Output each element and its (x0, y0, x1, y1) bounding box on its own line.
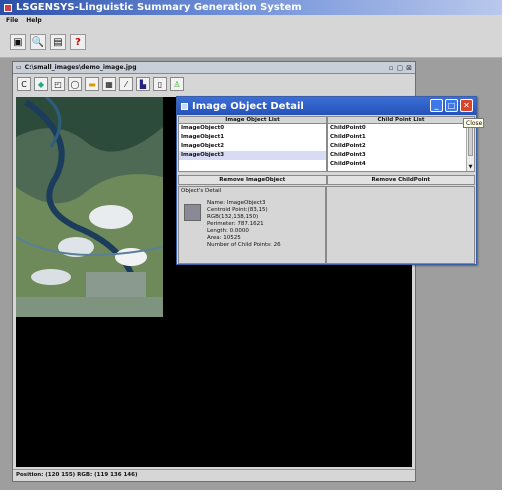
dialog-title-bar[interactable]: Image Object Detail _ □ ✕ (177, 97, 476, 115)
list-item[interactable]: ImageObject0 (179, 124, 326, 133)
polygon-icon[interactable]: ◯ (68, 77, 82, 91)
remove-childpoint-button[interactable]: Remove ChildPoint (326, 175, 475, 185)
color-icon[interactable]: ▬ (85, 77, 99, 91)
prop-centroid: Centroid Point:(83,15) (207, 207, 268, 213)
save-icon[interactable]: ▤ (50, 34, 66, 50)
image-toolbar: C ◆ ◰ ◯ ▬ ▦ ⁄ ▙ ▯ ♙ (13, 74, 415, 95)
list-item[interactable]: ChildPoint3 (328, 151, 474, 160)
rotate-icon[interactable]: C (17, 77, 31, 91)
user-icon[interactable]: ♙ (170, 77, 184, 91)
list-item[interactable]: ChildPoint1 (328, 133, 474, 142)
list-item-selected[interactable]: ImageObject3 (179, 151, 326, 160)
list-item[interactable]: ImageObject1 (179, 133, 326, 142)
shape-icon[interactable]: ◰ (51, 77, 65, 91)
prop-rgb: RGB(132,138,150) (207, 214, 259, 220)
child-point-list: Child Point List ChildPoint0 ChildPoint1… (327, 116, 475, 172)
detail-legend: Object's Detail (181, 188, 222, 194)
menu-help[interactable]: Help (26, 17, 41, 26)
close-tooltip: Close (463, 118, 484, 128)
wand-icon[interactable]: ⁄ (119, 77, 133, 91)
object-detail-panel: Object's Detail Name: ImageObject3 Centr… (178, 186, 326, 264)
menubar: File Help (0, 15, 502, 28)
page-icon[interactable]: ▯ (153, 77, 167, 91)
scroll-down-icon[interactable]: ▼ (468, 164, 473, 170)
app-title-bar: LSGENSYS-Linguistic Summary Generation S… (0, 0, 502, 15)
prop-perimeter: Perimeter: 787.1621 (207, 221, 264, 227)
color-swatch (184, 204, 201, 221)
child-detail-panel (326, 186, 475, 264)
grid-icon[interactable]: ▦ (102, 77, 116, 91)
dialog-title: Image Object Detail (192, 100, 304, 112)
list-item[interactable]: ChildPoint4 (328, 160, 474, 169)
document-icon: ▭ (16, 64, 22, 71)
satellite-image (16, 97, 163, 317)
image-object-list: Image Object List ImageObject0 ImageObje… (178, 116, 327, 172)
list-item[interactable]: ChildPoint2 (328, 142, 474, 151)
list-item[interactable]: ChildPoint0 (328, 124, 474, 133)
menu-file[interactable]: File (6, 17, 18, 26)
list-item[interactable]: ImageObject2 (179, 142, 326, 151)
prop-area: Area: 10525 (207, 235, 241, 241)
image-object-detail-dialog: Image Object Detail _ □ ✕ Image Object L… (176, 96, 477, 265)
help-icon[interactable]: ? (70, 34, 86, 50)
remove-buttons-row: Remove ImageObject Remove ChildPoint (178, 175, 475, 185)
image-object-list-header: Image Object List (179, 117, 326, 124)
object-properties: Name: ImageObject3 Centroid Point:(83,15… (207, 200, 281, 249)
prop-child-points: Number of Child Points: 26 (207, 242, 281, 248)
remove-imageobject-button[interactable]: Remove ImageObject (178, 175, 327, 185)
window-restore-icon[interactable]: ▫ (389, 64, 394, 72)
close-icon[interactable]: ✕ (460, 99, 473, 112)
child-list-scrollbar[interactable]: ▼ (466, 124, 474, 171)
lists-area: Image Object List ImageObject0 ImageObje… (178, 116, 475, 172)
image-window-title-bar[interactable]: ▭ C:\small_images\demo_image.jpg ▫ ▢ ⊠ (13, 62, 415, 74)
status-bar: Position: (120 155) RGB: (119 136 146) (13, 469, 415, 481)
maximize-icon[interactable]: □ (445, 99, 458, 112)
scrollbar-thumb[interactable] (468, 126, 473, 156)
child-point-list-header: Child Point List (328, 117, 474, 124)
dialog-icon (181, 102, 188, 110)
zoom-icon[interactable]: 🔍 (30, 34, 46, 50)
window-maximize-icon[interactable]: ▢ (397, 64, 404, 72)
minimize-icon[interactable]: _ (430, 99, 443, 112)
window-close-icon[interactable]: ⊠ (406, 64, 412, 72)
app-title: LSGENSYS-Linguistic Summary Generation S… (16, 2, 302, 13)
main-toolbar: ▣ 🔍 ▤ ? (0, 28, 502, 58)
prop-length: Length: 0.0000 (207, 228, 249, 234)
prop-name: Name: ImageObject3 (207, 200, 266, 206)
histogram-icon[interactable]: ▙ (136, 77, 150, 91)
open-image-icon[interactable]: ▣ (10, 34, 26, 50)
app-logo-icon (4, 3, 12, 12)
image-window-title: C:\small_images\demo_image.jpg (24, 64, 137, 71)
select-icon[interactable]: ◆ (34, 77, 48, 91)
